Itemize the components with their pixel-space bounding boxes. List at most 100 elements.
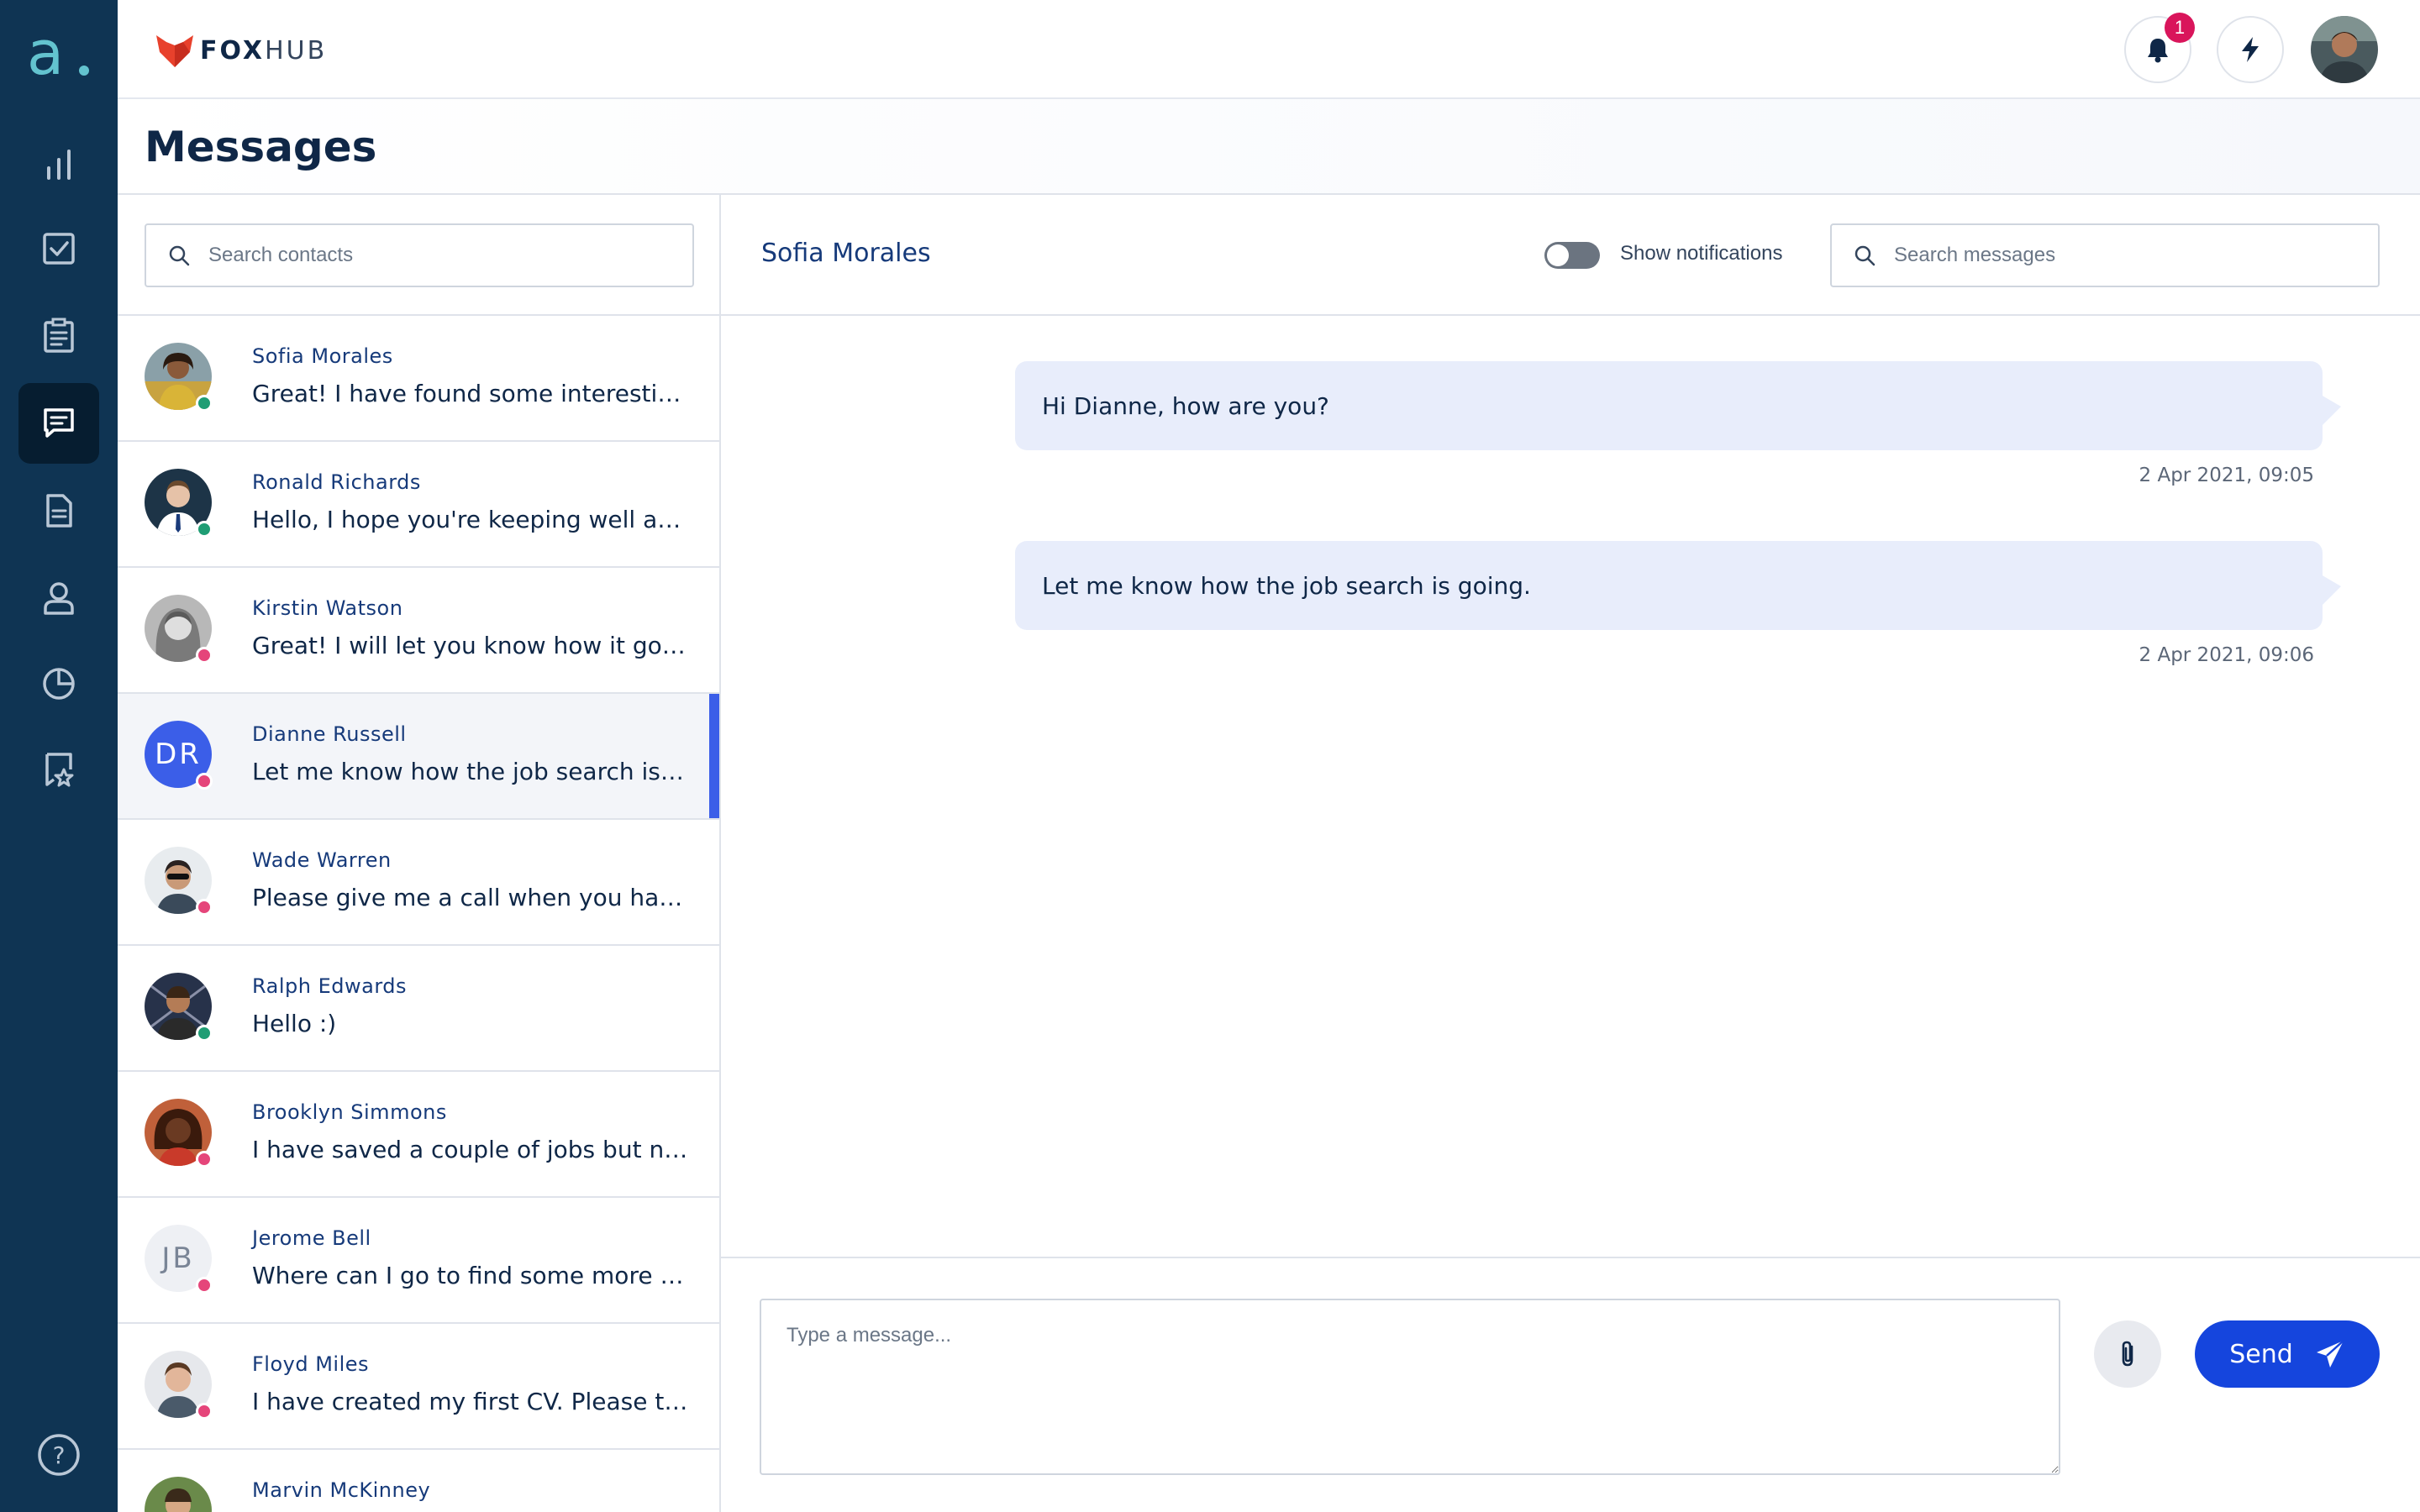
notifications-toggle[interactable] <box>1544 242 1600 269</box>
contact-item[interactable]: Marvin McKinney <box>118 1450 719 1512</box>
nav-messages[interactable] <box>18 383 99 464</box>
contact-item[interactable]: Ralph Edwards Hello :) <box>118 946 719 1072</box>
contact-preview: Hello, I hope you're keeping well and th… <box>252 506 689 533</box>
contacts-search[interactable] <box>145 223 694 287</box>
quick-actions-button[interactable] <box>2217 16 2284 83</box>
contact-name: Jerome Bell <box>252 1226 371 1250</box>
contact-preview: Let me know how the job search is going. <box>252 758 689 785</box>
send-button[interactable]: Send <box>2195 1320 2380 1388</box>
chat-header: Sofia Morales Show notifications <box>721 195 2420 316</box>
contact-list: Sofia Morales Great! I have found some i… <box>118 314 719 1512</box>
bookmark-star-icon <box>45 753 74 787</box>
status-offline-dot <box>196 899 213 916</box>
notification-badge: 1 <box>2165 13 2195 43</box>
contact-name: Wade Warren <box>252 848 392 872</box>
notifications-button[interactable]: 1 <box>2124 13 2195 83</box>
message-input[interactable] <box>760 1299 2060 1475</box>
help-icon: ? <box>38 1434 80 1476</box>
page-title: Messages <box>145 123 377 171</box>
send-button-label: Send <box>2229 1339 2293 1369</box>
brand-bold: FOX <box>200 35 266 66</box>
messages-search-input[interactable] <box>1894 244 2365 267</box>
contact-item-active[interactable]: DR Dianne Russell Let me know how the jo… <box>118 694 719 820</box>
document-icon <box>46 494 72 528</box>
paperclip-icon <box>2122 1341 2133 1367</box>
brand-light: HUB <box>265 35 328 66</box>
status-offline-dot <box>196 773 213 790</box>
contact-name: Floyd Miles <box>252 1352 370 1376</box>
status-online-dot <box>196 395 213 412</box>
contact-preview: I have saved a couple of jobs but need s… <box>252 1136 689 1163</box>
bar-chart-icon <box>47 150 71 180</box>
contact-preview: Great! I have found some interesting eLe… <box>252 380 689 407</box>
contact-name: Dianne Russell <box>252 722 407 746</box>
top-header: FOXHUB 1 <box>118 0 2420 99</box>
contact-item[interactable]: JB Jerome Bell Where can I go to find so… <box>118 1198 719 1324</box>
contact-name: Ralph Edwards <box>252 974 408 998</box>
contact-item[interactable]: Ronald Richards Hello, I hope you're kee… <box>118 442 719 568</box>
search-icon <box>169 245 190 266</box>
svg-text:?: ? <box>53 1441 66 1469</box>
left-nav-rail: a ? <box>0 0 118 1512</box>
nav-tasks[interactable] <box>18 208 99 289</box>
contact-preview: Please give me a call when you have some… <box>252 884 689 911</box>
contact-item[interactable]: Wade Warren Please give me a call when y… <box>118 820 719 946</box>
nav-clipboard[interactable] <box>18 296 99 376</box>
contact-item[interactable]: Brooklyn Simmons I have saved a couple o… <box>118 1072 719 1198</box>
brand-logo[interactable]: FOXHUB <box>155 30 327 71</box>
search-icon <box>1854 245 1876 266</box>
contact-preview: Great! I will let you know how it goes l… <box>252 632 689 659</box>
checkbox-icon <box>43 233 75 265</box>
contact-avatar <box>145 1477 212 1512</box>
contacts-panel: Sofia Morales Great! I have found some i… <box>118 195 721 1512</box>
contact-preview: Hello :) <box>252 1010 337 1037</box>
message-bubble: Let me know how the job search is going. <box>1015 541 2341 630</box>
notifications-toggle-label: Show notifications <box>1620 242 1783 265</box>
contact-name: Sofia Morales <box>252 344 393 368</box>
contact-name: Kirstin Watson <box>252 596 403 620</box>
pie-chart-icon <box>43 668 75 700</box>
bell-icon <box>2148 39 2168 63</box>
message-bubble: Hi Dianne, how are you? <box>1015 361 2341 450</box>
paper-plane-icon <box>2316 1340 2344 1368</box>
user-avatar[interactable] <box>2311 16 2378 83</box>
status-online-dot <box>196 1025 213 1042</box>
nav-analytics[interactable] <box>18 124 99 205</box>
status-offline-dot <box>196 1151 213 1168</box>
help-button[interactable]: ? <box>35 1431 82 1478</box>
contact-preview: I have created my first CV. Please take … <box>252 1388 689 1415</box>
contact-item[interactable]: Kirstin Watson Great! I will let you kno… <box>118 568 719 694</box>
contact-preview: Where can I go to find some more info ab… <box>252 1262 689 1289</box>
contact-item[interactable]: Floyd Miles I have created my first CV. … <box>118 1324 719 1450</box>
contact-name: Brooklyn Simmons <box>252 1100 447 1124</box>
message-thread: Hi Dianne, how are you? 2 Apr 2021, 09:0… <box>721 318 2420 1257</box>
user-avatar-photo <box>2311 16 2378 83</box>
message-composer: Send <box>721 1257 2420 1512</box>
clipboard-icon <box>44 318 74 353</box>
lightning-icon <box>2242 37 2259 62</box>
chat-icon <box>44 408 74 438</box>
message-timestamp: 2 Apr 2021, 09:06 <box>2139 644 2314 666</box>
nav-profile[interactable] <box>18 558 99 638</box>
user-icon <box>44 582 74 615</box>
status-offline-dot <box>196 647 213 664</box>
chat-panel: Sofia Morales Show notifications Hi Dian… <box>721 195 2420 1512</box>
status-offline-dot <box>196 1403 213 1420</box>
status-online-dot <box>196 521 213 538</box>
fox-logo-icon <box>156 35 193 67</box>
contact-item[interactable]: Sofia Morales Great! I have found some i… <box>118 316 719 442</box>
toggle-knob <box>1547 244 1569 266</box>
nav-reports[interactable] <box>18 643 99 724</box>
chat-contact-name: Sofia Morales <box>761 239 931 268</box>
contact-name: Marvin McKinney <box>252 1478 431 1502</box>
page-title-band: Messages <box>118 99 2420 195</box>
app-logo[interactable]: a <box>25 18 92 88</box>
svg-text:a: a <box>27 20 64 87</box>
status-offline-dot <box>196 1277 213 1294</box>
nav-documents[interactable] <box>18 470 99 551</box>
messages-search[interactable] <box>1830 223 2380 287</box>
contacts-search-input[interactable] <box>208 244 679 267</box>
nav-saved[interactable] <box>18 729 99 810</box>
attach-button[interactable] <box>2094 1320 2161 1388</box>
app-logo-icon: a <box>27 18 89 88</box>
